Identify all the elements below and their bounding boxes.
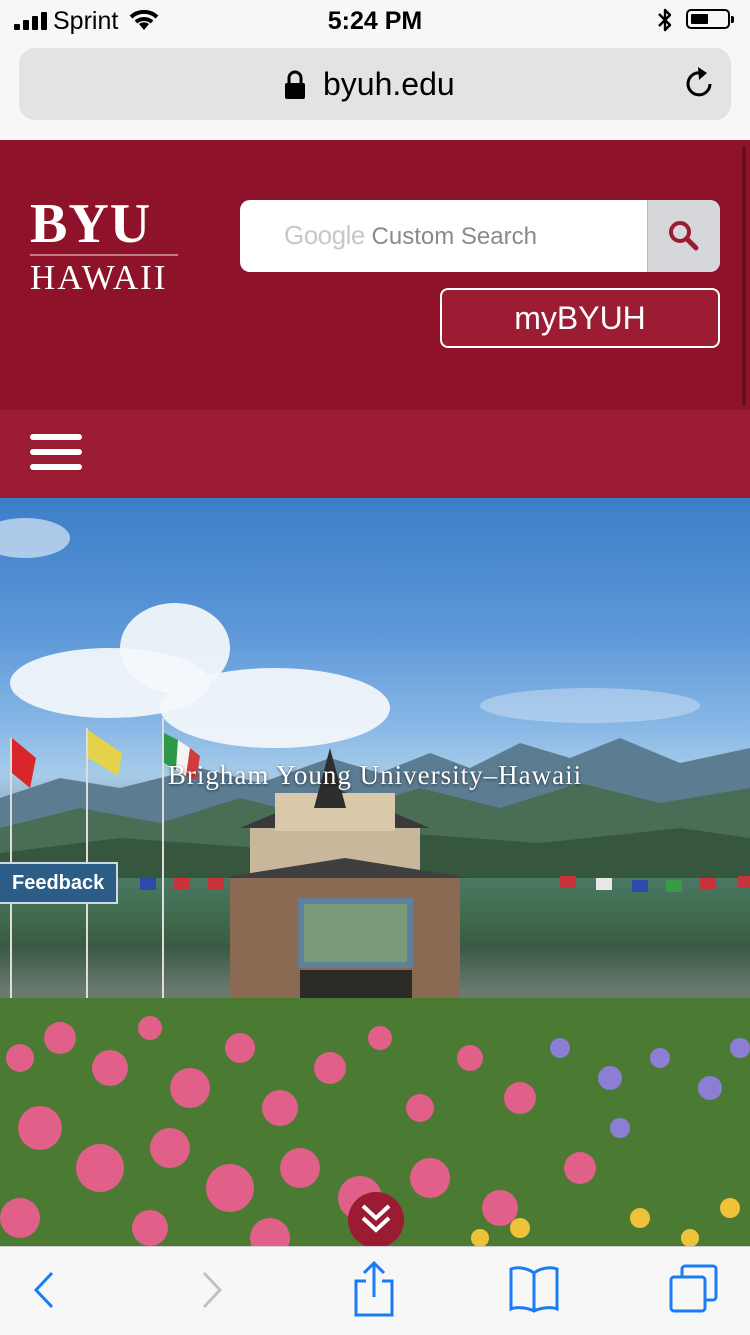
hero-image: Brigham Young University–Hawaii Feedback [0,498,750,1246]
url-text[interactable]: byuh.edu [323,66,455,103]
logo-hawaii-text: HAWAII [30,258,168,297]
reload-icon[interactable] [683,66,715,100]
bluetooth-icon [658,8,672,32]
logo-divider [30,254,178,256]
tabs-icon[interactable] [668,1263,720,1315]
feedback-button[interactable]: Feedback [0,862,118,904]
cloud [0,518,70,558]
menu-icon[interactable] [30,434,82,470]
browser-address-area: byuh.edu [0,40,750,140]
back-icon[interactable] [30,1265,58,1315]
logo-byu-text: BYU [30,193,152,255]
clock: 5:24 PM [327,7,423,35]
hero-title: Brigham Young University–Hawaii [167,760,583,790]
address-bar[interactable]: byuh.edu [19,48,731,120]
share-icon[interactable] [352,1261,396,1317]
forward-icon[interactable] [198,1265,226,1315]
search-icon [669,221,699,251]
scrollbar [742,146,746,406]
nav-bar [0,410,750,498]
status-bar: Sprint 5:24 PM [0,0,750,40]
mybyuh-button[interactable]: myBYUH [440,288,720,348]
browser-toolbar [0,1246,750,1335]
site-header: BYU HAWAII Google Custom Search myBYUH [0,140,750,410]
search-input[interactable]: Google Custom Search [284,220,537,251]
battery-icon [686,9,734,29]
double-chevron-down-icon [361,1204,391,1233]
scroll-down-button[interactable] [348,1192,404,1246]
lock-icon [285,70,305,99]
bookmarks-icon[interactable] [508,1265,560,1313]
google-brand-text: Google [284,220,365,250]
search-placeholder: Custom Search [371,223,537,250]
search-box[interactable]: Google Custom Search [240,200,720,272]
search-button[interactable] [647,200,720,272]
